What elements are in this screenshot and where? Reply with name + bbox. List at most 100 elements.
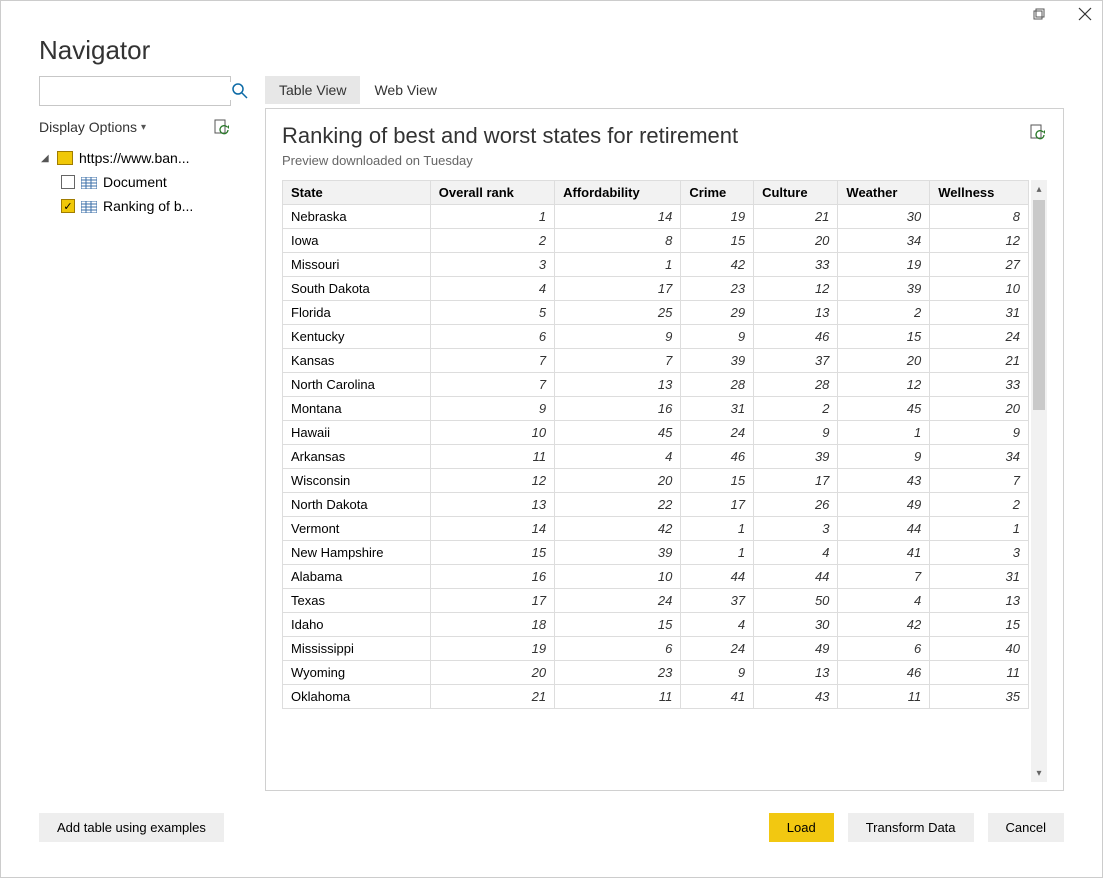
window-close-icon[interactable] [1076,5,1094,23]
value-cell: 6 [430,325,554,349]
table-row[interactable]: Mississippi1962449640 [283,637,1029,661]
search-icon[interactable] [231,82,249,100]
table-row[interactable]: North Dakota13221726492 [283,493,1029,517]
value-cell: 31 [930,565,1029,589]
value-cell: 13 [754,301,838,325]
value-cell: 15 [838,325,930,349]
value-cell: 44 [754,565,838,589]
value-cell: 8 [930,205,1029,229]
column-header[interactable]: Affordability [555,181,681,205]
table-row[interactable]: Montana9163124520 [283,397,1029,421]
table-row[interactable]: Iowa2815203412 [283,229,1029,253]
tab-table-view[interactable]: Table View [265,76,360,104]
tree-root[interactable]: ◢ https://www.ban... [39,146,231,170]
value-cell: 33 [930,373,1029,397]
value-cell: 45 [555,421,681,445]
table-row[interactable]: Idaho18154304215 [283,613,1029,637]
caret-down-icon: ▾ [141,122,146,133]
table-row[interactable]: Arkansas1144639934 [283,445,1029,469]
value-cell: 34 [930,445,1029,469]
load-button[interactable]: Load [769,813,834,842]
value-cell: 9 [681,661,754,685]
value-cell: 3 [930,541,1029,565]
column-header[interactable]: Culture [754,181,838,205]
page-title: Navigator [1,31,1102,76]
column-header[interactable]: Wellness [930,181,1029,205]
column-header[interactable]: Overall rank [430,181,554,205]
value-cell: 45 [838,397,930,421]
preview-refresh-icon[interactable] [1029,123,1047,141]
value-cell: 15 [681,469,754,493]
table-row[interactable]: Oklahoma211141431135 [283,685,1029,709]
value-cell: 7 [430,349,554,373]
add-table-button[interactable]: Add table using examples [39,813,224,842]
value-cell: 1 [681,517,754,541]
display-options-dropdown[interactable]: Display Options ▾ [39,119,146,135]
value-cell: 3 [754,517,838,541]
value-cell: 30 [838,205,930,229]
table-row[interactable]: Wisconsin12201517437 [283,469,1029,493]
value-cell: 21 [430,685,554,709]
table-row[interactable]: Kentucky699461524 [283,325,1029,349]
data-table: StateOverall rankAffordabilityCrimeCultu… [282,180,1029,709]
value-cell: 9 [838,445,930,469]
column-header[interactable]: Crime [681,181,754,205]
table-row[interactable]: Florida5252913231 [283,301,1029,325]
folder-icon [57,151,73,165]
state-cell: North Dakota [283,493,431,517]
table-row[interactable]: North Carolina71328281233 [283,373,1029,397]
value-cell: 7 [930,469,1029,493]
value-cell: 6 [838,637,930,661]
value-cell: 1 [930,517,1029,541]
table-row[interactable]: New Hampshire153914413 [283,541,1029,565]
state-cell: North Carolina [283,373,431,397]
value-cell: 5 [430,301,554,325]
table-row[interactable]: South Dakota41723123910 [283,277,1029,301]
value-cell: 20 [930,397,1029,421]
value-cell: 23 [555,661,681,685]
table-row[interactable]: Nebraska1141921308 [283,205,1029,229]
window-restore-icon[interactable] [1030,5,1048,23]
value-cell: 39 [838,277,930,301]
value-cell: 20 [754,229,838,253]
vertical-scrollbar[interactable]: ▴ ▾ [1031,180,1047,782]
table-row[interactable]: Missouri3142331927 [283,253,1029,277]
value-cell: 14 [430,517,554,541]
search-input-container[interactable] [39,76,231,106]
checkbox-checked[interactable]: ✓ [61,199,75,213]
column-header[interactable]: State [283,181,431,205]
table-row[interactable]: Hawaii104524919 [283,421,1029,445]
tab-web-view[interactable]: Web View [360,76,451,104]
tree-item-document[interactable]: Document [39,170,231,194]
table-row[interactable]: Wyoming20239134611 [283,661,1029,685]
checkbox-unchecked[interactable] [61,175,75,189]
table-row[interactable]: Alabama16104444731 [283,565,1029,589]
value-cell: 12 [838,373,930,397]
value-cell: 16 [430,565,554,589]
value-cell: 4 [430,277,554,301]
tree-item-ranking[interactable]: ✓ Ranking of b... [39,194,231,218]
state-cell: Idaho [283,613,431,637]
search-input[interactable] [46,82,231,100]
value-cell: 11 [838,685,930,709]
state-cell: Florida [283,301,431,325]
cancel-button[interactable]: Cancel [988,813,1064,842]
refresh-icon[interactable] [213,118,231,136]
table-icon [81,200,97,212]
table-row[interactable]: Vermont144213441 [283,517,1029,541]
state-cell: Arkansas [283,445,431,469]
transform-data-button[interactable]: Transform Data [848,813,974,842]
table-row[interactable]: Kansas7739372021 [283,349,1029,373]
scroll-thumb[interactable] [1033,200,1045,410]
column-header[interactable]: Weather [838,181,930,205]
value-cell: 25 [555,301,681,325]
scroll-down-icon[interactable]: ▾ [1031,764,1047,782]
state-cell: South Dakota [283,277,431,301]
value-cell: 13 [930,589,1029,613]
scroll-up-icon[interactable]: ▴ [1031,180,1047,198]
value-cell: 29 [681,301,754,325]
state-cell: Oklahoma [283,685,431,709]
preview-title: Ranking of best and worst states for ret… [282,123,738,149]
tree-item-label: Document [103,174,167,190]
table-row[interactable]: Texas17243750413 [283,589,1029,613]
